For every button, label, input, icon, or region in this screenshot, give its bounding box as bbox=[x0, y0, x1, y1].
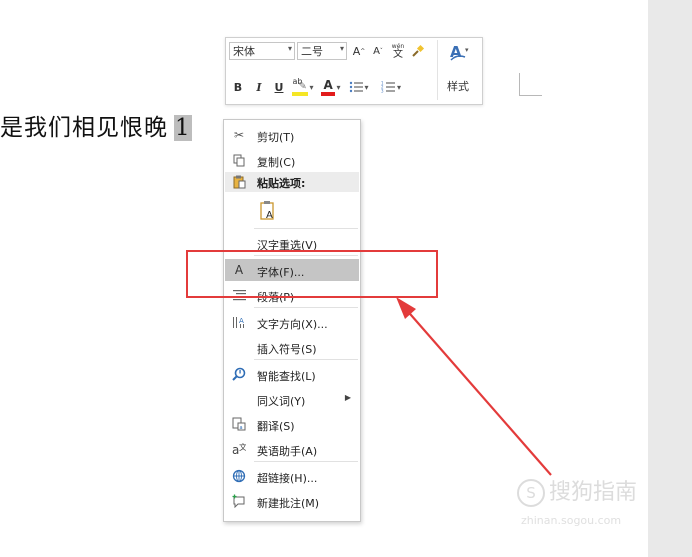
shrink-font-icon: A bbox=[373, 45, 380, 57]
font-size-combo[interactable]: 二号 ▾ bbox=[297, 42, 347, 60]
menu-item-copy[interactable]: 复制(C) bbox=[225, 149, 359, 171]
numbered-list-icon: 1 2 3 bbox=[381, 81, 395, 93]
menu-item-label: 智能查找(L) bbox=[257, 370, 316, 383]
underline-button[interactable]: U bbox=[272, 78, 286, 96]
document-text-line[interactable]: 是我们相见恨晚 1 bbox=[0, 108, 192, 142]
new-comment-icon bbox=[231, 493, 247, 509]
svg-text:3: 3 bbox=[381, 89, 384, 94]
svg-text:a: a bbox=[240, 425, 243, 431]
menu-item-label: 超链接(H)... bbox=[257, 472, 318, 485]
chevron-down-icon: ▾ bbox=[364, 82, 369, 92]
submenu-arrow-icon: ▶ bbox=[344, 393, 351, 402]
font-name-combo[interactable]: 宋体 ▾ bbox=[229, 42, 295, 60]
numbering-button[interactable]: 1 2 3 ▾ bbox=[376, 78, 406, 96]
translate-icon: a bbox=[231, 416, 247, 432]
menu-separator bbox=[254, 359, 358, 360]
menu-separator bbox=[254, 461, 358, 462]
watermark-url: zhinan.sogou.com bbox=[521, 514, 622, 527]
font-color-glyph: A bbox=[323, 78, 333, 92]
chevron-down-icon: ▾ bbox=[309, 82, 314, 92]
menu-header-label: 粘贴选项: bbox=[257, 177, 306, 190]
svg-text:A: A bbox=[239, 317, 244, 325]
font-color-button[interactable]: A ▾ bbox=[319, 76, 343, 98]
paste-text-only-icon: A bbox=[259, 199, 277, 224]
bold-button[interactable]: B bbox=[231, 78, 245, 96]
paste-keep-text-only-button[interactable]: A bbox=[225, 196, 359, 224]
right-gray-margin bbox=[648, 0, 692, 557]
menu-item-english-assistant[interactable]: a文 英语助手(A) bbox=[225, 438, 359, 460]
styles-button[interactable]: A ▾ 样式 bbox=[437, 40, 478, 100]
italic-button[interactable]: I bbox=[252, 78, 266, 96]
watermark-title: 搜狗指南 bbox=[549, 480, 638, 505]
paste-icon bbox=[231, 174, 247, 190]
font-color-icon: A bbox=[321, 77, 336, 97]
chevron-down-icon: ▾ bbox=[336, 82, 341, 92]
italic-icon: I bbox=[256, 80, 262, 94]
shrink-font-button[interactable]: Aˇ bbox=[371, 43, 385, 59]
bullet-list-icon bbox=[350, 81, 364, 93]
menu-item-insert-symbol[interactable]: 插入符号(S) bbox=[225, 336, 359, 358]
format-painter-icon bbox=[412, 44, 425, 57]
menu-item-label: 同义词(Y) bbox=[257, 395, 306, 408]
styles-label: 样式 bbox=[447, 80, 469, 93]
grow-font-button[interactable]: A ^ bbox=[352, 43, 366, 59]
menu-header-paste-options: 粘贴选项: bbox=[225, 172, 359, 192]
menu-item-label: 新建批注(M) bbox=[257, 497, 320, 510]
chevron-down-icon: ▾ bbox=[339, 44, 344, 53]
text-direction-icon: A bbox=[231, 314, 247, 330]
scissors-icon: ✂ bbox=[233, 128, 245, 142]
menu-separator bbox=[254, 228, 358, 229]
chevron-down-icon: ▾ bbox=[287, 44, 292, 53]
phonetic-guide-button[interactable]: wén 文 bbox=[390, 41, 406, 61]
copy-icon bbox=[231, 152, 247, 168]
watermark-logo: S bbox=[517, 479, 545, 507]
menu-item-hyperlink[interactable]: 超链接(H)... bbox=[225, 465, 359, 487]
phonetic-guide-char: 文 bbox=[393, 49, 403, 60]
page-corner-mark bbox=[519, 73, 542, 96]
menu-item-label: 插入符号(S) bbox=[257, 343, 317, 356]
selected-text[interactable]: 1 bbox=[174, 115, 192, 141]
annotation-highlight-box bbox=[186, 250, 438, 298]
watermark: S 搜狗指南 bbox=[517, 474, 637, 507]
font-size-value: 二号 bbox=[301, 45, 323, 58]
chevron-down-icon: ▾ bbox=[396, 82, 401, 92]
menu-item-smart-lookup[interactable]: 智能查找(L) bbox=[225, 363, 359, 385]
menu-item-new-comment[interactable]: 新建批注(M) bbox=[225, 490, 359, 512]
bullets-button[interactable]: ▾ bbox=[347, 78, 371, 96]
grow-font-icon: A bbox=[352, 44, 361, 58]
mini-toolbar: 宋体 ▾ 二号 ▾ A ^ Aˇ wén 文 A ▾ 样式 B I U ab ✎… bbox=[225, 37, 483, 105]
menu-item-text-direction[interactable]: A 文字方向(X)... bbox=[225, 311, 359, 333]
english-assistant-icon: a文 bbox=[231, 441, 247, 457]
styles-icon: A ▾ bbox=[450, 43, 469, 61]
menu-separator bbox=[254, 307, 358, 308]
menu-item-synonyms[interactable]: 同义词(Y) ▶ bbox=[225, 388, 359, 410]
document-text: 是我们相见恨晚 bbox=[0, 115, 168, 141]
svg-text:▾: ▾ bbox=[465, 46, 469, 54]
menu-item-label: 翻译(S) bbox=[257, 420, 295, 433]
highlighter-icon: ab ✎ bbox=[292, 77, 309, 97]
font-color-swatch bbox=[321, 92, 336, 96]
underline-icon: U bbox=[274, 80, 284, 94]
svg-text:A: A bbox=[266, 210, 273, 221]
menu-item-translate[interactable]: a 翻译(S) bbox=[225, 413, 359, 435]
bold-icon: B bbox=[233, 80, 243, 94]
context-menu: ✂ 剪切(T) 复制(C) 粘贴选项: A 汉字重选(V) A 字体(F)...… bbox=[223, 119, 361, 522]
menu-item-label: 文字方向(X)... bbox=[257, 318, 328, 331]
font-name-value: 宋体 bbox=[233, 45, 255, 58]
hyperlink-icon bbox=[231, 468, 247, 484]
format-painter-button[interactable] bbox=[410, 42, 426, 60]
menu-item-label: 英语助手(A) bbox=[257, 445, 318, 458]
menu-item-label: 复制(C) bbox=[257, 156, 296, 169]
svg-text:文: 文 bbox=[239, 442, 246, 452]
smart-lookup-icon bbox=[231, 366, 247, 382]
highlight-color-button[interactable]: ab ✎ ▾ bbox=[290, 76, 316, 98]
highlight-color-swatch bbox=[292, 92, 309, 96]
menu-item-label: 剪切(T) bbox=[257, 131, 295, 144]
menu-item-cut[interactable]: ✂ 剪切(T) bbox=[225, 124, 359, 146]
